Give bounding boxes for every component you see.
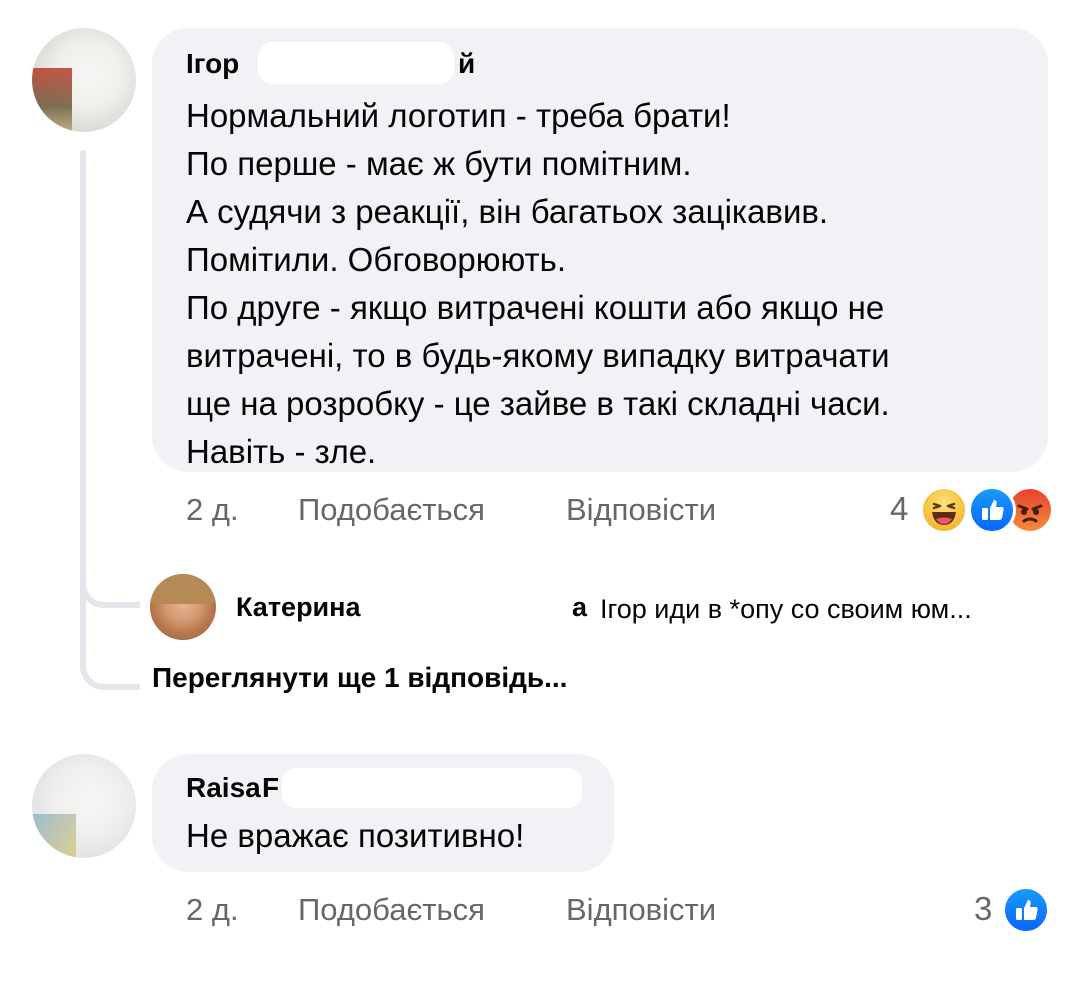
comment-line: ще на розробку - це зайве в такі складні… <box>186 385 890 422</box>
comment-line: Не вражає позитивно! <box>186 817 525 854</box>
like-button[interactable]: Подобається <box>298 892 485 928</box>
comment-author[interactable]: Raisa <box>186 772 261 804</box>
comment-line: Помітили. Обговорюють. <box>186 241 567 278</box>
comment-line: витрачені, то в будь-якому випадку витра… <box>186 337 890 374</box>
comment-actions: 2 д. Подобається Відповісти <box>186 492 786 532</box>
avatar[interactable] <box>32 28 136 132</box>
avatar-photo <box>150 574 216 604</box>
reply-button[interactable]: Відповісти <box>566 492 716 528</box>
view-more-replies-link[interactable]: Переглянути ще 1 відповідь... <box>152 662 567 694</box>
thread-line <box>80 150 86 608</box>
avatar[interactable] <box>32 754 136 858</box>
redaction <box>258 42 454 84</box>
like-emoji-icon[interactable] <box>968 486 1016 534</box>
comment-line: По друге - якщо витрачені кошти або якщо… <box>186 289 885 326</box>
thread-branch-more <box>80 600 140 690</box>
comment-actions: 2 д. Подобається Відповісти <box>186 892 786 932</box>
redaction <box>384 588 562 626</box>
comment-text: Нормальний логотип - треба брати! По пер… <box>186 92 890 476</box>
avatar-photo <box>32 814 76 858</box>
avatar-photo <box>32 68 72 132</box>
redaction <box>282 768 582 808</box>
reply-text[interactable]: Ігор иди в *опу со своим юм... <box>600 594 972 625</box>
comment-line: По перше - має ж бути помітним. <box>186 145 692 182</box>
comment-author-suffix: F <box>262 772 280 803</box>
reply-button[interactable]: Відповісти <box>566 892 716 928</box>
like-emoji-icon[interactable] <box>1002 886 1050 934</box>
reply-author[interactable]: Катерина <box>236 592 360 623</box>
reply-author-suffix: а <box>572 592 588 622</box>
comment-time[interactable]: 2 д. <box>186 892 239 928</box>
like-button[interactable]: Подобається <box>298 492 485 528</box>
comment-time[interactable]: 2 д. <box>186 492 239 528</box>
reply-avatar[interactable] <box>150 574 216 640</box>
reaction-count[interactable]: 3 <box>974 890 992 928</box>
comment-text: Не вражає позитивно! <box>186 812 524 860</box>
comment-line: Нормальний логотип - треба брати! <box>186 97 731 134</box>
haha-emoji-icon[interactable] <box>920 486 968 534</box>
comment-line: Навіть - зле. <box>186 433 377 470</box>
comment-author[interactable]: Ігор <box>186 48 239 80</box>
reaction-count[interactable]: 4 <box>890 490 908 528</box>
comment-author-suffix: й <box>458 48 476 79</box>
comment-line: А судячи з реакції, він багатьох зацікав… <box>186 193 829 230</box>
